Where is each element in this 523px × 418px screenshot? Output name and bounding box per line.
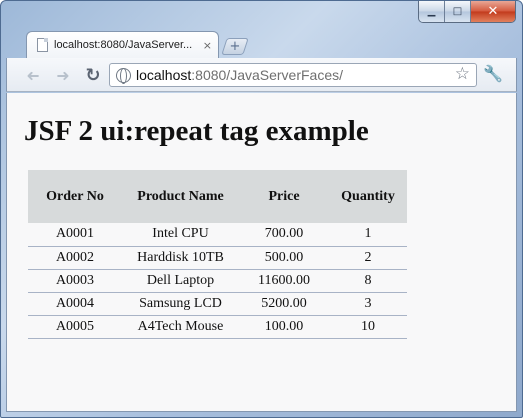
cell-order-no: A0004: [28, 292, 122, 316]
header-quantity: Quantity: [341, 188, 395, 204]
table-row: A0001 Intel CPU 700.00 1: [28, 223, 407, 247]
table-header-row: Order No Product Name Price Quantity: [28, 170, 407, 223]
toolbar: ➜ ➜ ↻ localhost:8080/JavaServerFaces/ ☆ …: [6, 58, 517, 92]
cell-product-name: Intel CPU: [122, 223, 239, 247]
cell-quantity: 10: [329, 315, 407, 339]
cell-order-no: A0005: [28, 315, 122, 339]
tab-active[interactable]: localhost:8080/JavaServer... ×: [26, 31, 219, 58]
window-controls: ▁ □ ✕: [418, 1, 516, 23]
page-content: JSF 2 ui:repeat tag example Order No Pro…: [6, 93, 517, 412]
cell-price: 5200.00: [239, 292, 329, 316]
header-price: Price: [268, 188, 300, 204]
plus-icon: +: [229, 39, 241, 54]
minimize-icon[interactable]: ▁: [419, 1, 445, 22]
forward-icon[interactable]: ➜: [52, 64, 74, 86]
new-tab-button[interactable]: +: [221, 38, 249, 55]
cell-quantity: 1: [329, 223, 407, 247]
table-row: A0002 Harddisk 10TB 500.00 2: [28, 246, 407, 270]
cell-product-name: Dell Laptop: [122, 269, 239, 293]
cell-quantity: 8: [329, 269, 407, 293]
table-row: A0005 A4Tech Mouse 100.00 10: [28, 315, 407, 339]
maximize-icon[interactable]: □: [445, 1, 471, 22]
table-row: A0004 Samsung LCD 5200.00 3: [28, 292, 407, 316]
cell-quantity: 2: [329, 246, 407, 270]
page-icon: [37, 38, 48, 52]
header-order-no: Order No: [46, 188, 104, 204]
cell-order-no: A0003: [28, 269, 122, 293]
cell-price: 700.00: [239, 223, 329, 247]
cell-product-name: Harddisk 10TB: [122, 246, 239, 270]
cell-product-name: A4Tech Mouse: [122, 315, 239, 339]
cell-price: 100.00: [239, 315, 329, 339]
table-row: A0003 Dell Laptop 11600.00 8: [28, 269, 407, 293]
globe-icon: [116, 67, 131, 84]
cell-product-name: Samsung LCD: [122, 292, 239, 316]
header-product-name: Product Name: [137, 188, 224, 204]
cell-price: 11600.00: [239, 269, 329, 293]
tab-title: localhost:8080/JavaServer...: [54, 39, 193, 51]
page-title: JSF 2 ui:repeat tag example: [24, 115, 369, 147]
wrench-icon[interactable]: 🔧: [483, 64, 503, 83]
browser-window: ▁ □ ✕ localhost:8080/JavaServer... × + ➜…: [0, 0, 523, 418]
cell-price: 500.00: [239, 246, 329, 270]
cell-order-no: A0001: [28, 223, 122, 247]
close-icon[interactable]: ✕: [471, 1, 515, 22]
url-text: localhost:8080/JavaServerFaces/: [136, 67, 344, 83]
back-icon[interactable]: ➜: [22, 64, 44, 86]
cell-order-no: A0002: [28, 246, 122, 270]
cell-quantity: 3: [329, 292, 407, 316]
reload-icon[interactable]: ↻: [82, 64, 104, 86]
star-icon[interactable]: ☆: [455, 64, 470, 84]
orders-table: Order No Product Name Price Quantity A00…: [28, 170, 407, 339]
tab-close-icon[interactable]: ×: [203, 39, 212, 52]
address-bar[interactable]: localhost:8080/JavaServerFaces/ ☆: [109, 63, 477, 87]
